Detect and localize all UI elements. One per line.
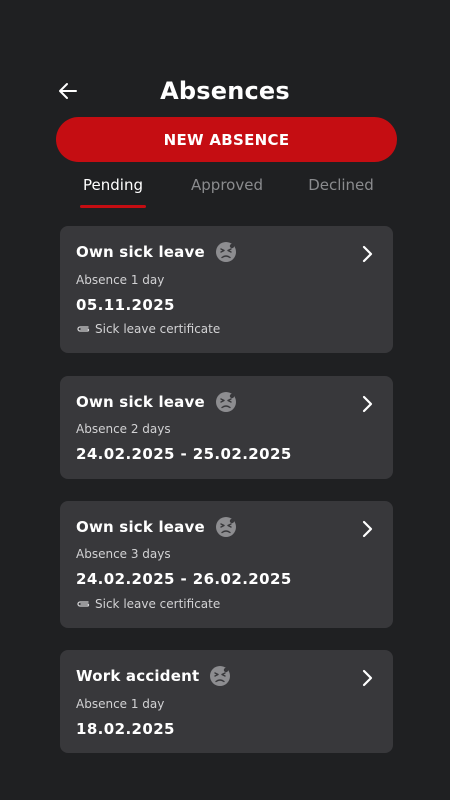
absence-duration: Absence 1 day	[76, 273, 165, 287]
active-tab-indicator	[80, 205, 146, 208]
absence-card[interactable]: Work accident Absence 1 day 18.02.2025	[60, 650, 393, 753]
card-title-row: Own sick leave	[76, 241, 237, 263]
sick-face-icon	[215, 391, 237, 413]
attachment-label: Sick leave certificate	[76, 322, 220, 336]
absence-dates: 24.02.2025 - 25.02.2025	[76, 445, 292, 463]
card-title-row: Own sick leave	[76, 391, 237, 413]
chevron-right-icon	[362, 669, 373, 687]
card-title-row: Own sick leave	[76, 516, 237, 538]
absence-dates: 18.02.2025	[76, 720, 175, 738]
arrow-left-icon	[59, 83, 77, 99]
absence-duration: Absence 2 days	[76, 422, 171, 436]
status-tabs: Pending Approved Declined	[0, 170, 450, 210]
paperclip-icon	[76, 324, 91, 334]
absence-duration: Absence 3 days	[76, 547, 171, 561]
page-title: Absences	[160, 77, 290, 105]
new-absence-button[interactable]: NEW ABSENCE	[56, 117, 397, 162]
absence-duration: Absence 1 day	[76, 697, 165, 711]
absence-type: Own sick leave	[76, 518, 205, 536]
absence-dates: 24.02.2025 - 26.02.2025	[76, 570, 292, 588]
back-button[interactable]	[56, 79, 80, 103]
chevron-right-icon	[362, 395, 373, 413]
sick-face-icon	[209, 665, 231, 687]
absence-dates: 05.11.2025	[76, 296, 175, 314]
absence-type: Work accident	[76, 667, 200, 685]
tab-approved[interactable]: Approved	[186, 176, 268, 194]
absence-card[interactable]: Own sick leave Absence 3 days 24.02.2025…	[60, 501, 393, 628]
card-title-row: Work accident	[76, 665, 231, 687]
attachment-text: Sick leave certificate	[95, 597, 221, 611]
sick-face-icon	[215, 516, 237, 538]
chevron-right-icon	[362, 520, 373, 538]
app-header: Absences	[0, 70, 450, 112]
attachment-label: Sick leave certificate	[76, 597, 220, 611]
sick-face-icon	[215, 241, 237, 263]
attachment-text: Sick leave certificate	[95, 322, 221, 336]
absence-card[interactable]: Own sick leave Absence 1 day 05.11.2025 …	[60, 226, 393, 353]
chevron-right-icon	[362, 245, 373, 263]
absence-type: Own sick leave	[76, 243, 205, 261]
absence-card[interactable]: Own sick leave Absence 2 days 24.02.2025…	[60, 376, 393, 479]
absence-type: Own sick leave	[76, 393, 205, 411]
tab-pending[interactable]: Pending	[81, 176, 145, 194]
tab-declined[interactable]: Declined	[304, 176, 378, 194]
paperclip-icon	[76, 599, 91, 609]
